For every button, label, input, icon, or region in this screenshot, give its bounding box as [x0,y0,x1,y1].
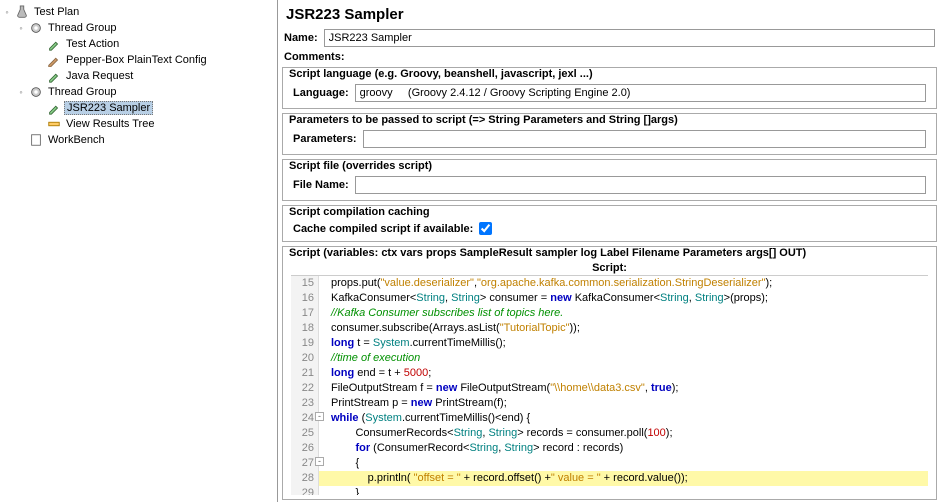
language-label: Language: [293,87,349,99]
tree-panel: ◦ Test Plan ◦ Thread Group Test Action P… [0,0,278,502]
tree-label: View Results Tree [64,118,156,130]
tree-label: Thread Group [46,86,118,98]
cache-fieldset: Script compilation caching Cache compile… [282,205,937,242]
tree-item-workbench[interactable]: WorkBench [2,132,275,148]
tree-label: Test Plan [32,6,81,18]
scriptfile-legend: Script file (overrides script) [287,160,434,172]
tree-item-thread-group-1[interactable]: ◦ Thread Group [2,20,275,36]
name-input[interactable] [324,29,935,47]
tree-item-pepperbox[interactable]: Pepper-Box PlainText Config [2,52,275,68]
script-legend: Script (variables: ctx vars props Sample… [287,247,932,259]
clipboard-icon [28,132,44,148]
tree-toggle-icon[interactable]: ◦ [2,7,12,17]
language-legend: Script language (e.g. Groovy, beanshell,… [287,68,595,80]
tree-toggle-icon[interactable]: ◦ [16,87,26,97]
tree-label: Test Action [64,38,121,50]
cache-checkbox[interactable] [479,222,492,235]
parameters-fieldset: Parameters to be passed to script (=> St… [282,113,937,155]
tree-item-thread-group-2[interactable]: ◦ Thread Group [2,84,275,100]
code-editor[interactable]: 15161718192021222324-252627-282930313233… [291,275,928,495]
flask-icon [14,4,30,20]
parameters-input[interactable] [363,130,926,148]
scriptfile-fieldset: Script file (overrides script) File Name… [282,159,937,201]
code-area[interactable]: props.put("value.deserializer","org.apac… [319,276,928,495]
parameters-label: Parameters: [293,133,357,145]
tree-label: Pepper-Box PlainText Config [64,54,209,66]
tree-item-view-results[interactable]: View Results Tree [2,116,275,132]
filename-label: File Name: [293,179,349,191]
tree-label: JSR223 Sampler [64,101,153,115]
panel-title: JSR223 Sampler [278,0,941,27]
wrench-icon [46,52,62,68]
cache-legend: Script compilation caching [287,206,432,218]
gear-icon [28,84,44,100]
tree-item-jsr223[interactable]: JSR223 Sampler [2,100,275,116]
language-fieldset: Script language (e.g. Groovy, beanshell,… [282,67,937,109]
dropper-icon [46,36,62,52]
dropper-icon [46,100,62,116]
tree-label: Thread Group [46,22,118,34]
name-label: Name: [284,32,318,44]
script-sublabel: Script: [287,261,932,275]
tree-label: Java Request [64,70,135,82]
language-select[interactable] [355,84,926,102]
parameters-legend: Parameters to be passed to script (=> St… [287,114,680,126]
cache-label: Cache compiled script if available: [293,223,473,235]
line-gutter: 15161718192021222324-252627-282930313233 [291,276,319,495]
gear-icon [28,20,44,36]
tree-root[interactable]: ◦ Test Plan [2,4,275,20]
script-fieldset: Script (variables: ctx vars props Sample… [282,246,937,500]
ruler-icon [46,116,62,132]
tree-item-test-action[interactable]: Test Action [2,36,275,52]
comments-label: Comments: [284,51,345,63]
tree-toggle-icon[interactable]: ◦ [16,23,26,33]
tree-label: WorkBench [46,134,107,146]
filename-input[interactable] [355,176,926,194]
properties-panel: JSR223 Sampler Name: Comments: Script la… [278,0,941,502]
tree-item-java-request[interactable]: Java Request [2,68,275,84]
dropper-icon [46,68,62,84]
